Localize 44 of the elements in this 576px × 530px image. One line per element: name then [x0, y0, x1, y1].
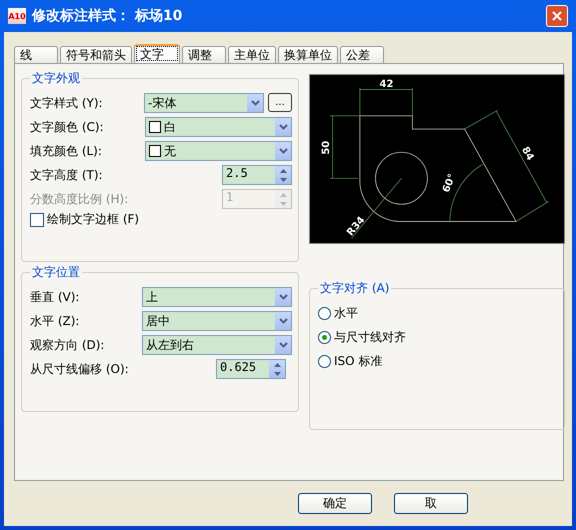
- spin-field[interactable]: 2.5: [222, 165, 292, 185]
- field-label: 从尺寸线偏移 (O):: [30, 360, 129, 378]
- field-label: 分数高度比例 (H):: [30, 190, 128, 208]
- tab[interactable]: 主单位: [228, 46, 276, 63]
- tab[interactable]: 调整: [182, 46, 226, 63]
- group-title: 文字外观: [31, 70, 81, 87]
- dialog-button[interactable]: 确定: [298, 493, 372, 514]
- dimension-label: 42: [380, 78, 394, 90]
- field-label: 水平 (Z):: [30, 312, 80, 330]
- radio-option[interactable]: 与尺寸线对齐: [318, 325, 558, 349]
- dropdown[interactable]: 白: [145, 117, 292, 137]
- tab[interactable]: 公差: [340, 46, 384, 63]
- field-label: 观察方向 (D):: [30, 336, 104, 354]
- dropdown[interactable]: 上: [142, 287, 292, 307]
- dropdown[interactable]: 居中: [142, 311, 292, 331]
- field-label: 填充颜色 (L):: [30, 142, 102, 160]
- tab[interactable]: 线: [14, 46, 58, 63]
- close-button[interactable]: [546, 5, 568, 27]
- window-title: 修改标注样式： 标场10: [32, 7, 184, 25]
- dimension-label: 60°: [441, 172, 458, 194]
- radio-option[interactable]: 水平: [318, 301, 558, 325]
- tab[interactable]: 换算单位: [278, 46, 338, 63]
- field-label: 文字高度 (T):: [30, 166, 103, 184]
- tab[interactable]: 符号和箭头: [60, 46, 132, 63]
- spin-field[interactable]: 0.625: [216, 359, 286, 379]
- group-title: 文字对齐 (A): [319, 280, 390, 297]
- browse-button[interactable]: ...: [268, 93, 292, 112]
- dropdown[interactable]: 无: [145, 141, 292, 161]
- dimension-label: 50: [320, 140, 332, 155]
- spin-arrows-icon[interactable]: [269, 360, 285, 378]
- app-icon: A10: [8, 8, 26, 24]
- dropdown[interactable]: -宋体: [144, 93, 264, 113]
- field-label: 文字颜色 (C):: [30, 118, 104, 136]
- close-icon: [551, 10, 563, 22]
- dimension-label: 84: [519, 145, 536, 163]
- radio-option[interactable]: ISO 标准: [318, 349, 558, 373]
- group-title: 文字位置: [31, 264, 81, 281]
- dropdown[interactable]: 从左到右: [142, 335, 292, 355]
- dialog-button[interactable]: 取: [394, 493, 468, 514]
- field-label: 垂直 (V):: [30, 288, 80, 306]
- spin-arrows-icon[interactable]: [275, 166, 291, 184]
- field-label: 文字样式 (Y):: [30, 94, 103, 112]
- checkbox[interactable]: 绘制文字边框 (F): [30, 211, 292, 228]
- tab[interactable]: 文字: [134, 44, 180, 63]
